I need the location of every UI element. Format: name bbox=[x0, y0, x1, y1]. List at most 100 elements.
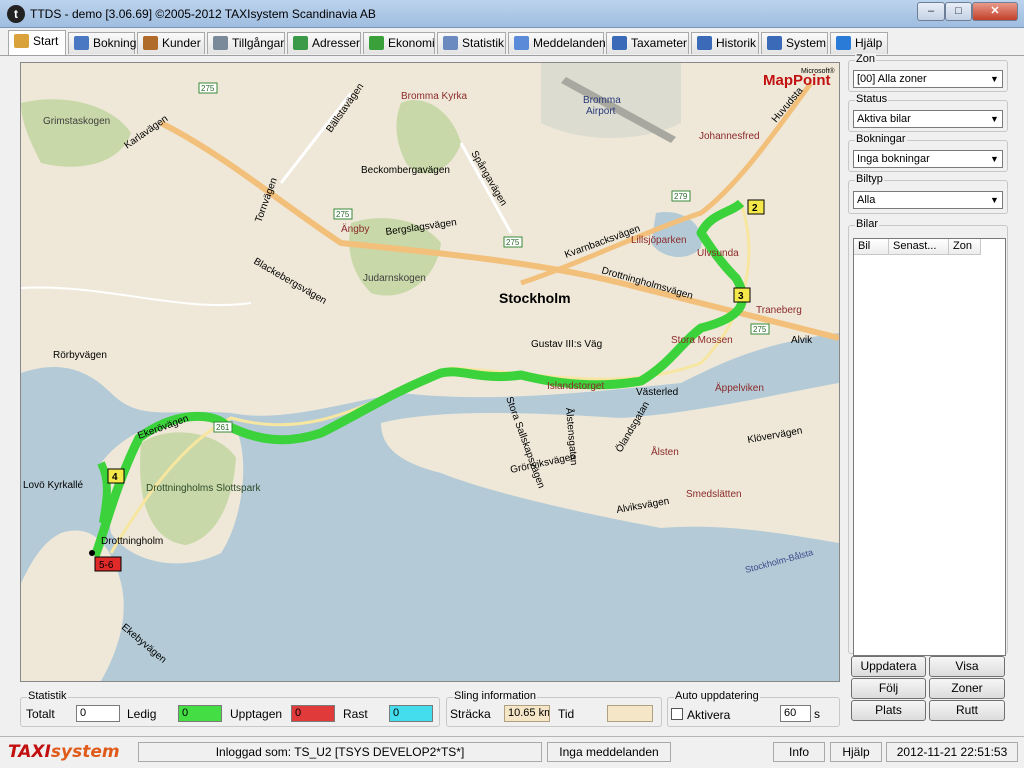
datetime-display: 2012-11-21 22:51:53 bbox=[886, 742, 1018, 762]
map-label: Traneberg bbox=[756, 305, 802, 316]
zone-select[interactable]: [00] Alla zoner ▼ bbox=[853, 70, 1003, 88]
zone-group: Zon [00] Alla zoner ▼ bbox=[848, 53, 1008, 92]
tab-system[interactable]: System bbox=[761, 32, 828, 54]
column-header-senast[interactable]: Senast... bbox=[889, 239, 949, 255]
route-info-group: Sling information Sträcka 10.65 km Tid bbox=[446, 690, 662, 727]
status-select-value: Aktiva bilar bbox=[857, 113, 911, 125]
logo-part-b: system bbox=[50, 742, 120, 762]
map-label: Ålsten bbox=[651, 445, 679, 458]
info-button[interactable]: Info bbox=[773, 742, 825, 762]
activate-label: Aktivera bbox=[687, 708, 731, 722]
busy-label: Upptagen bbox=[230, 707, 283, 721]
chevron-down-icon[interactable]: ▼ bbox=[987, 111, 1002, 127]
chevron-down-icon[interactable]: ▼ bbox=[987, 151, 1002, 167]
total-value: 0 bbox=[76, 705, 120, 722]
help-button[interactable]: Hjälp bbox=[830, 742, 882, 762]
tab-label: Meddelanden bbox=[533, 36, 606, 50]
map-canvas[interactable]: Grimstaskogen Bromma Kyrka Bromma Airpor… bbox=[21, 63, 839, 681]
auto-update-label: Auto uppdatering bbox=[674, 690, 760, 702]
tab-tillgangar[interactable]: Tillgångar bbox=[207, 32, 285, 54]
tab-adresser[interactable]: Adresser bbox=[287, 32, 361, 54]
map-view[interactable]: Grimstaskogen Bromma Kyrka Bromma Airpor… bbox=[20, 62, 840, 682]
tab-kunder[interactable]: Kunder bbox=[137, 32, 205, 54]
road-number: 275 bbox=[753, 325, 767, 334]
road-number-badge: 275 bbox=[333, 208, 353, 220]
show-button[interactable]: Visa bbox=[929, 656, 1005, 677]
busy-count: 0 bbox=[291, 705, 335, 722]
time-value bbox=[607, 705, 653, 722]
tab-historik[interactable]: Historik bbox=[691, 32, 759, 54]
car-type-select[interactable]: Alla ▼ bbox=[853, 191, 1003, 209]
messages-button[interactable]: Inga meddelanden bbox=[547, 742, 671, 762]
activate-checkbox[interactable] bbox=[671, 708, 683, 720]
bookings-group: Bokningar Inga bokningar ▼ bbox=[848, 133, 1008, 172]
taxameter-icon bbox=[612, 36, 627, 50]
assets-icon bbox=[213, 36, 228, 50]
tab-start[interactable]: Start bbox=[8, 30, 66, 55]
map-label: Stora Mossen bbox=[671, 335, 733, 346]
vehicle-marker-label: 2 bbox=[752, 203, 758, 214]
vehicle-marker-label: 4 bbox=[112, 472, 118, 483]
road-number: 275 bbox=[336, 210, 350, 219]
road-number: 261 bbox=[216, 423, 230, 432]
column-header-bil[interactable]: Bil bbox=[854, 239, 889, 255]
interval-input[interactable]: 60 bbox=[780, 705, 811, 722]
break-label: Rast bbox=[343, 707, 368, 721]
road-number-badge: 279 bbox=[671, 190, 691, 202]
map-label: Ängby bbox=[341, 223, 369, 235]
road-number: 279 bbox=[674, 192, 688, 201]
cars-label: Bilar bbox=[855, 218, 880, 230]
road-number-badge: 275 bbox=[503, 236, 523, 248]
column-header-zon[interactable]: Zon bbox=[949, 239, 981, 255]
free-count: 0 bbox=[178, 705, 222, 722]
map-label: Bromma Kyrka bbox=[401, 91, 468, 102]
map-label: Lovö Kyrkallé bbox=[23, 480, 83, 491]
map-label: Beckombergavägen bbox=[361, 165, 450, 176]
vehicle-marker[interactable]: 3 bbox=[733, 287, 751, 303]
car-type-select-value: Alla bbox=[857, 194, 876, 206]
map-label: Alvik bbox=[791, 335, 813, 346]
status-label: Status bbox=[855, 93, 889, 105]
map-label: Airport bbox=[586, 106, 616, 117]
update-button[interactable]: Uppdatera bbox=[851, 656, 926, 677]
minimize-button[interactable]: – bbox=[917, 2, 945, 21]
bookings-select[interactable]: Inga bokningar ▼ bbox=[853, 150, 1003, 168]
statistics-group: Statistik Totalt 0 Ledig 0 Upptagen 0 Ra… bbox=[20, 690, 440, 727]
tab-meddelanden[interactable]: Meddelanden bbox=[508, 32, 606, 54]
chevron-down-icon[interactable]: ▼ bbox=[987, 71, 1002, 87]
chevron-down-icon[interactable]: ▼ bbox=[987, 192, 1002, 208]
road-number-badge: 275 bbox=[198, 82, 218, 94]
cars-list[interactable]: Bil Senast... Zon bbox=[853, 238, 1006, 656]
tab-bokning[interactable]: Bokning bbox=[68, 32, 136, 54]
logged-in-user: Inloggad som: TS_U2 [TSYS DEVELOP2*TS*] bbox=[138, 742, 542, 762]
map-label: Grimstaskogen bbox=[43, 116, 110, 127]
tab-taxameter[interactable]: Taxameter bbox=[606, 32, 689, 54]
vehicle-marker[interactable]: 2 bbox=[747, 199, 765, 215]
vehicle-marker-label: 5-6 bbox=[99, 560, 114, 571]
tab-statistik[interactable]: Statistik bbox=[437, 32, 506, 54]
place-button[interactable]: Plats bbox=[851, 700, 926, 721]
cars-group: Bilar Bil Senast... Zon bbox=[848, 218, 1008, 656]
map-label: Drottningholms Slottspark bbox=[146, 483, 261, 494]
bookings-select-value: Inga bokningar bbox=[857, 153, 930, 165]
map-label: Rörbyvägen bbox=[53, 350, 107, 361]
tab-ekonomi[interactable]: Ekonomi bbox=[363, 32, 435, 54]
route-button[interactable]: Rutt bbox=[929, 700, 1005, 721]
logo-part-a: TAXI bbox=[8, 742, 51, 762]
system-icon bbox=[767, 36, 782, 50]
tab-label: Tillgångar bbox=[232, 36, 285, 50]
maximize-button[interactable]: □ bbox=[945, 2, 972, 21]
tab-label: Statistik bbox=[462, 36, 505, 50]
title-bar[interactable]: t TTDS - demo [3.06.69] ©2005-2012 TAXIs… bbox=[0, 0, 1024, 28]
road-number: 275 bbox=[201, 84, 215, 93]
vehicle-marker[interactable]: 4 bbox=[107, 468, 125, 484]
close-button[interactable]: ✕ bbox=[972, 2, 1018, 21]
tab-hjalp[interactable]: Hjälp bbox=[830, 32, 888, 54]
tab-label: Kunder bbox=[162, 36, 201, 50]
vehicle-marker[interactable]: 5-6 bbox=[94, 556, 122, 572]
history-icon bbox=[697, 36, 712, 50]
booking-icon bbox=[74, 36, 89, 50]
follow-button[interactable]: Följ bbox=[851, 678, 926, 699]
status-select[interactable]: Aktiva bilar ▼ bbox=[853, 110, 1003, 128]
zones-button[interactable]: Zoner bbox=[929, 678, 1005, 699]
